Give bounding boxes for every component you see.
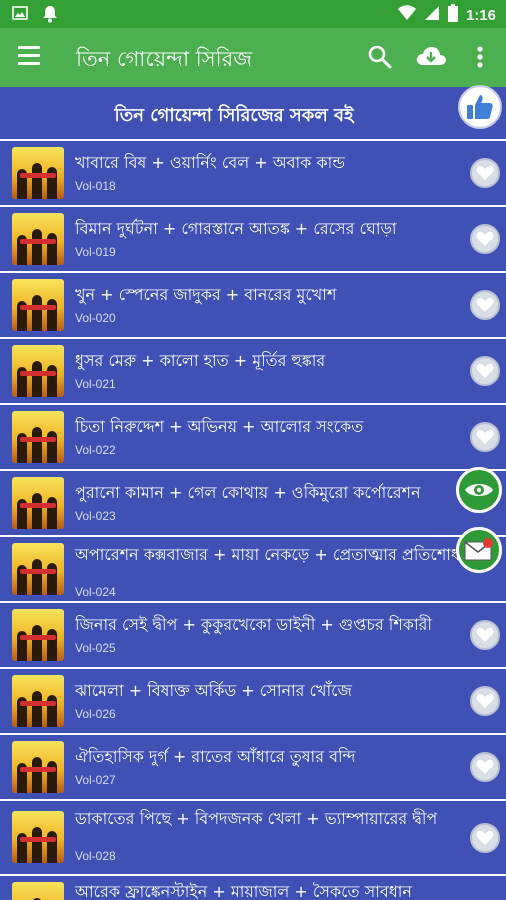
book-volume: Vol-028 — [75, 849, 116, 863]
list-item[interactable]: খাবারে বিষ + ওয়ার্নিং বেল + অবাক কান্ড … — [0, 139, 506, 205]
menu-icon[interactable] — [18, 46, 40, 68]
list-item[interactable]: জিনার সেই দ্বীপ + কুকুরখেকো ডাইনী + গুপ্… — [0, 601, 506, 667]
app-bar: তিন গোয়েন্দা সিরিজ — [0, 28, 506, 87]
heart-icon[interactable] — [470, 422, 500, 452]
book-cover-image — [12, 477, 64, 529]
wifi-icon — [397, 5, 416, 25]
heart-icon[interactable] — [470, 620, 500, 650]
book-cover-image — [12, 345, 64, 397]
heart-icon[interactable] — [470, 686, 500, 716]
list-item[interactable]: ঐতিহাসিক দুর্গ + রাতের আঁধারে তুষার বন্দ… — [0, 733, 506, 799]
book-cover-image — [12, 811, 64, 863]
list-item[interactable]: ডাকাতের পিছে + বিপদজনক খেলা + ভ্যাম্পায়… — [0, 799, 506, 874]
book-volume: Vol-019 — [75, 245, 116, 259]
cloud-download-icon[interactable] — [415, 43, 447, 71]
book-list: খাবারে বিষ + ওয়ার্নিং বেল + অবাক কান্ড … — [0, 139, 506, 900]
heart-icon[interactable] — [470, 752, 500, 782]
book-cover-image — [12, 609, 64, 661]
book-cover-image — [12, 675, 64, 727]
book-title: ঐতিহাসিক দুর্গ + রাতের আঁধারে তুষার বন্দ… — [75, 747, 356, 766]
heart-icon[interactable] — [470, 356, 500, 386]
book-title: ডাকাতের পিছে + বিপদজনক খেলা + ভ্যাম্পায়… — [75, 809, 438, 828]
book-title: ধুসর মেরু + কালো হাত + মূর্তির হুঙ্কার — [75, 351, 326, 370]
heart-icon[interactable] — [470, 158, 500, 188]
mail-icon[interactable] — [456, 527, 502, 573]
book-cover-image — [12, 279, 64, 331]
section-header: তিন গোয়েন্দা সিরিজের সকল বই — [0, 85, 506, 137]
list-item[interactable]: ঝামেলা + বিষাক্ত অর্কিড + সোনার খোঁজে Vo… — [0, 667, 506, 733]
book-title: ঝামেলা + বিষাক্ত অর্কিড + সোনার খোঁজে — [75, 681, 352, 700]
book-cover-image — [12, 543, 64, 595]
book-title: পুরানো কামান + গেল কোথায় + ওকিমুরো কর্প… — [75, 483, 421, 502]
book-volume: Vol-018 — [75, 179, 116, 193]
list-item[interactable]: পুরানো কামান + গেল কোথায় + ওকিমুরো কর্প… — [0, 469, 506, 535]
battery-icon — [447, 4, 458, 26]
book-title: অপারেশন কক্সবাজার + মায়া নেকড়ে + প্রেত… — [75, 545, 460, 564]
book-volume: Vol-022 — [75, 443, 116, 457]
thumbs-up-icon[interactable] — [458, 85, 502, 129]
bell-notification-icon — [42, 5, 58, 27]
book-volume: Vol-021 — [75, 377, 116, 391]
book-cover-image — [12, 741, 64, 793]
book-title: খুন + স্পেনের জাদুকর + বানরের মুখোশ — [75, 285, 337, 304]
list-item[interactable]: অপারেশন কক্সবাজার + মায়া নেকড়ে + প্রেত… — [0, 535, 506, 601]
book-cover-image — [12, 147, 64, 199]
heart-icon[interactable] — [470, 224, 500, 254]
book-volume: Vol-026 — [75, 707, 116, 721]
book-volume: Vol-023 — [75, 509, 116, 523]
section-title: তিন গোয়েন্দা সিরিজের সকল বই — [114, 105, 354, 126]
book-cover-image — [12, 213, 64, 265]
image-notification-icon — [12, 5, 28, 27]
book-volume: Vol-024 — [75, 585, 116, 599]
search-icon[interactable] — [366, 43, 394, 71]
status-bar: 1:16 — [0, 0, 506, 28]
book-title: বিমান দুর্ঘটনা + গোরস্তানে আতঙ্ক + রেসের… — [75, 219, 397, 238]
list-item[interactable]: ধুসর মেরু + কালো হাত + মূর্তির হুঙ্কার V… — [0, 337, 506, 403]
book-title: জিনার সেই দ্বীপ + কুকুরখেকো ডাইনী + গুপ্… — [75, 615, 432, 634]
list-item[interactable]: চিতা নিরুদ্দেশ + অভিনয় + আলোর সংকেত Vol… — [0, 403, 506, 469]
book-cover-image — [12, 882, 64, 900]
list-item[interactable]: খুন + স্পেনের জাদুকর + বানরের মুখোশ Vol-… — [0, 271, 506, 337]
list-item[interactable]: বিমান দুর্ঘটনা + গোরস্তানে আতঙ্ক + রেসের… — [0, 205, 506, 271]
book-volume: Vol-020 — [75, 311, 116, 325]
signal-icon — [424, 5, 440, 25]
book-title: চিতা নিরুদ্দেশ + অভিনয় + আলোর সংকেত — [75, 417, 364, 436]
book-title: আরেক ফ্রাঙ্কেনস্টাইন + মায়াজাল + সৈকতে … — [75, 882, 412, 900]
book-volume: Vol-025 — [75, 641, 116, 655]
book-title: খাবারে বিষ + ওয়ার্নিং বেল + অবাক কান্ড — [75, 153, 346, 172]
eye-icon[interactable] — [456, 467, 502, 513]
more-vert-icon[interactable] — [470, 43, 490, 71]
app-title: তিন গোয়েন্দা সিরিজ — [76, 47, 252, 71]
book-volume: Vol-027 — [75, 773, 116, 787]
status-time: 1:16 — [465, 6, 496, 24]
heart-icon[interactable] — [470, 823, 500, 853]
book-cover-image — [12, 411, 64, 463]
list-item[interactable]: আরেক ফ্রাঙ্কেনস্টাইন + মায়াজাল + সৈকতে … — [0, 874, 506, 900]
heart-icon[interactable] — [470, 290, 500, 320]
